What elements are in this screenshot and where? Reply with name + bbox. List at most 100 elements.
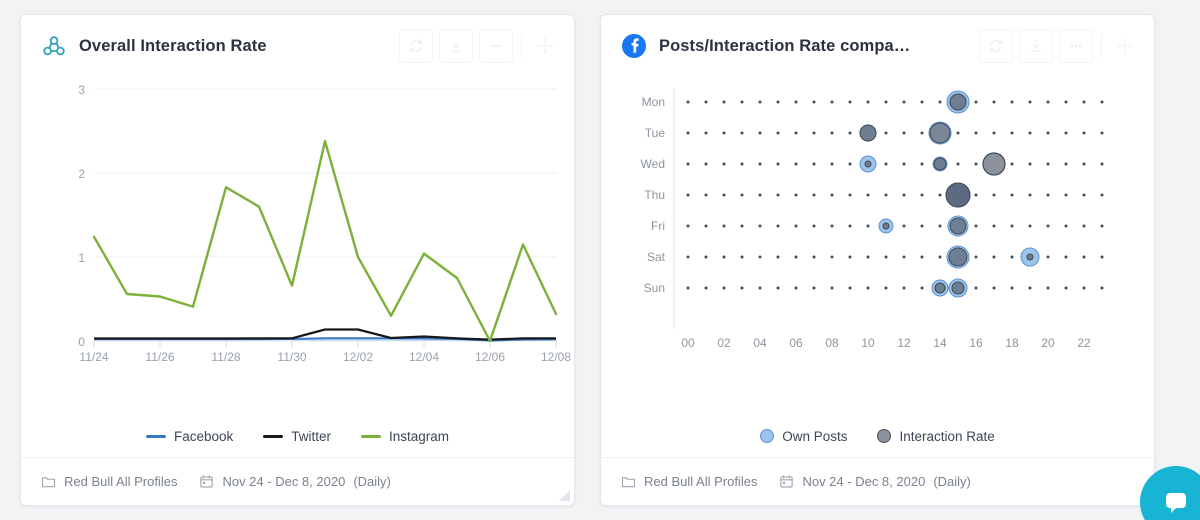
y-axis-day-labels: Mon Tue Wed Thu Fri Sat Sun — [641, 95, 666, 295]
download-icon — [450, 39, 462, 52]
refresh-button[interactable] — [399, 29, 433, 63]
svg-text:11/26: 11/26 — [145, 350, 174, 364]
chat-bubble-icon — [1166, 493, 1186, 513]
svg-text:20: 20 — [1041, 336, 1055, 350]
dot-matrix — [686, 100, 1104, 290]
svg-text:06: 06 — [789, 336, 803, 350]
svg-text:02: 02 — [717, 336, 731, 350]
legend-label-twitter: Twitter — [291, 428, 332, 444]
legend-swatch-instagram — [361, 434, 382, 438]
instagram-line — [92, 139, 558, 343]
svg-text:Fri: Fri — [651, 219, 665, 233]
chart-legend: Own Posts Interaction Rate — [601, 415, 1154, 457]
x-axis-hour-labels: 00 02 04 06 08 10 12 14 16 18 20 22 — [681, 336, 1091, 350]
svg-text:16: 16 — [969, 336, 983, 350]
card-footer: Red Bull All Profiles Nov 24 - Dec 8, 20… — [601, 457, 1154, 505]
legend-swatch-facebook — [145, 434, 166, 438]
footer-date-label: Nov 24 - Dec 8, 2020 — [222, 474, 346, 489]
refresh-button[interactable] — [979, 29, 1013, 63]
legend-item-interaction-rate[interactable]: Interaction Rate — [877, 429, 995, 444]
footer-interval-label: (Daily) — [353, 474, 391, 489]
legend-item-instagram[interactable]: Instagram — [361, 429, 449, 444]
svg-text:12/02: 12/02 — [343, 350, 373, 364]
more-options-button[interactable] — [479, 29, 513, 63]
line-chart-plot: 3 2 1 0 11/24 11/26 11/28 11/30 12/02 12… — [21, 77, 574, 415]
footer-profile[interactable]: Red Bull All Profiles — [621, 474, 757, 489]
dashboard-board: Overall Interaction Rate 3 2 1 0 11/24 1… — [0, 0, 1200, 520]
svg-text:18: 18 — [1005, 336, 1019, 350]
toolbar-divider — [521, 33, 522, 59]
svg-text:12/06: 12/06 — [475, 350, 505, 364]
calendar-icon — [780, 475, 794, 488]
footer-date-label: Nov 24 - Dec 8, 2020 — [802, 474, 926, 489]
line-chart-svg: 3 2 1 0 11/24 11/26 11/28 11/30 12/02 12… — [78, 83, 571, 364]
card-footer: Red Bull All Profiles Nov 24 - Dec 8, 20… — [21, 457, 574, 505]
resize-grip-handle[interactable] — [555, 486, 571, 502]
footer-profile-label: Red Bull All Profiles — [64, 474, 178, 489]
svg-text:11/28: 11/28 — [211, 350, 240, 364]
legend-label-own-posts: Own Posts — [782, 428, 848, 444]
svg-text:04: 04 — [753, 336, 767, 350]
x-axis-ticks: 11/24 11/26 11/28 11/30 12/02 12/04 12/0… — [79, 341, 571, 364]
footer-interval-label: (Daily) — [933, 474, 971, 489]
drag-move-icon — [1116, 37, 1134, 55]
y-axis-ticks: 3 2 1 0 — [78, 83, 85, 349]
svg-text:14: 14 — [933, 336, 947, 350]
more-options-button[interactable] — [1059, 29, 1093, 63]
dot-row-mon — [686, 100, 1104, 104]
more-options-icon — [1070, 44, 1082, 48]
refresh-icon — [989, 39, 1003, 53]
page-title: Overall Interaction Rate — [79, 36, 267, 55]
folder-icon — [621, 477, 636, 488]
dot-row-sun — [686, 286, 1104, 290]
svg-text:22: 22 — [1077, 336, 1091, 350]
refresh-icon — [409, 39, 423, 53]
footer-date-range[interactable]: Nov 24 - Dec 8, 2020 (Daily) — [199, 474, 391, 489]
svg-text:Wed: Wed — [641, 157, 665, 171]
svg-text:10: 10 — [861, 336, 875, 350]
svg-text:Sun: Sun — [644, 281, 665, 295]
download-button[interactable] — [1019, 29, 1053, 63]
dot-row-wed — [686, 162, 1104, 166]
bubble-chart-svg: Mon Tue Wed Thu Fri Sat Sun 00 02 04 06 … — [641, 89, 1104, 350]
legend-swatch-interaction-rate — [877, 429, 892, 443]
svg-text:Sat: Sat — [647, 250, 666, 264]
drag-handle-button[interactable] — [1110, 31, 1140, 61]
svg-text:2: 2 — [78, 167, 85, 181]
svg-text:Tue: Tue — [645, 126, 666, 140]
svg-text:0: 0 — [78, 335, 85, 349]
card-header: Overall Interaction Rate — [21, 15, 574, 77]
page-title: Posts/Interaction Rate compa… — [659, 36, 911, 55]
svg-text:08: 08 — [825, 336, 839, 350]
toolbar-divider — [1101, 33, 1102, 59]
drag-handle-button[interactable] — [530, 31, 560, 61]
dot-row-tue — [686, 131, 1104, 135]
footer-date-range[interactable]: Nov 24 - Dec 8, 2020 (Daily) — [779, 474, 971, 489]
svg-text:11/30: 11/30 — [277, 350, 306, 364]
footer-profile[interactable]: Red Bull All Profiles — [41, 474, 177, 489]
dot-row-sat — [686, 255, 1104, 259]
card-toolbar — [979, 29, 1140, 63]
calendar-icon — [200, 475, 214, 488]
svg-text:00: 00 — [681, 336, 695, 350]
grid-lines — [94, 88, 557, 342]
more-options-icon — [490, 44, 502, 48]
svg-text:12/04: 12/04 — [409, 350, 439, 364]
footer-profile-label: Red Bull All Profiles — [644, 474, 758, 489]
card-header: Posts/Interaction Rate compa… — [601, 15, 1154, 77]
chart-legend: Facebook Twitter Instagram — [21, 415, 574, 457]
card-overall-interaction-rate: Overall Interaction Rate 3 2 1 0 11/24 1… — [20, 14, 575, 506]
svg-text:Mon: Mon — [642, 95, 665, 109]
legend-item-facebook[interactable]: Facebook — [145, 429, 233, 444]
svg-text:11/24: 11/24 — [79, 350, 108, 364]
download-button[interactable] — [439, 29, 473, 63]
svg-text:3: 3 — [78, 83, 85, 97]
svg-text:12: 12 — [897, 336, 911, 350]
svg-text:12/08: 12/08 — [541, 350, 571, 364]
legend-swatch-own-posts — [760, 429, 775, 443]
download-icon — [1030, 39, 1042, 52]
legend-item-own-posts[interactable]: Own Posts — [760, 429, 847, 444]
svg-text:Thu: Thu — [644, 188, 665, 202]
legend-item-twitter[interactable]: Twitter — [263, 429, 331, 444]
bubble-chart-plot: Mon Tue Wed Thu Fri Sat Sun 00 02 04 06 … — [601, 77, 1154, 415]
